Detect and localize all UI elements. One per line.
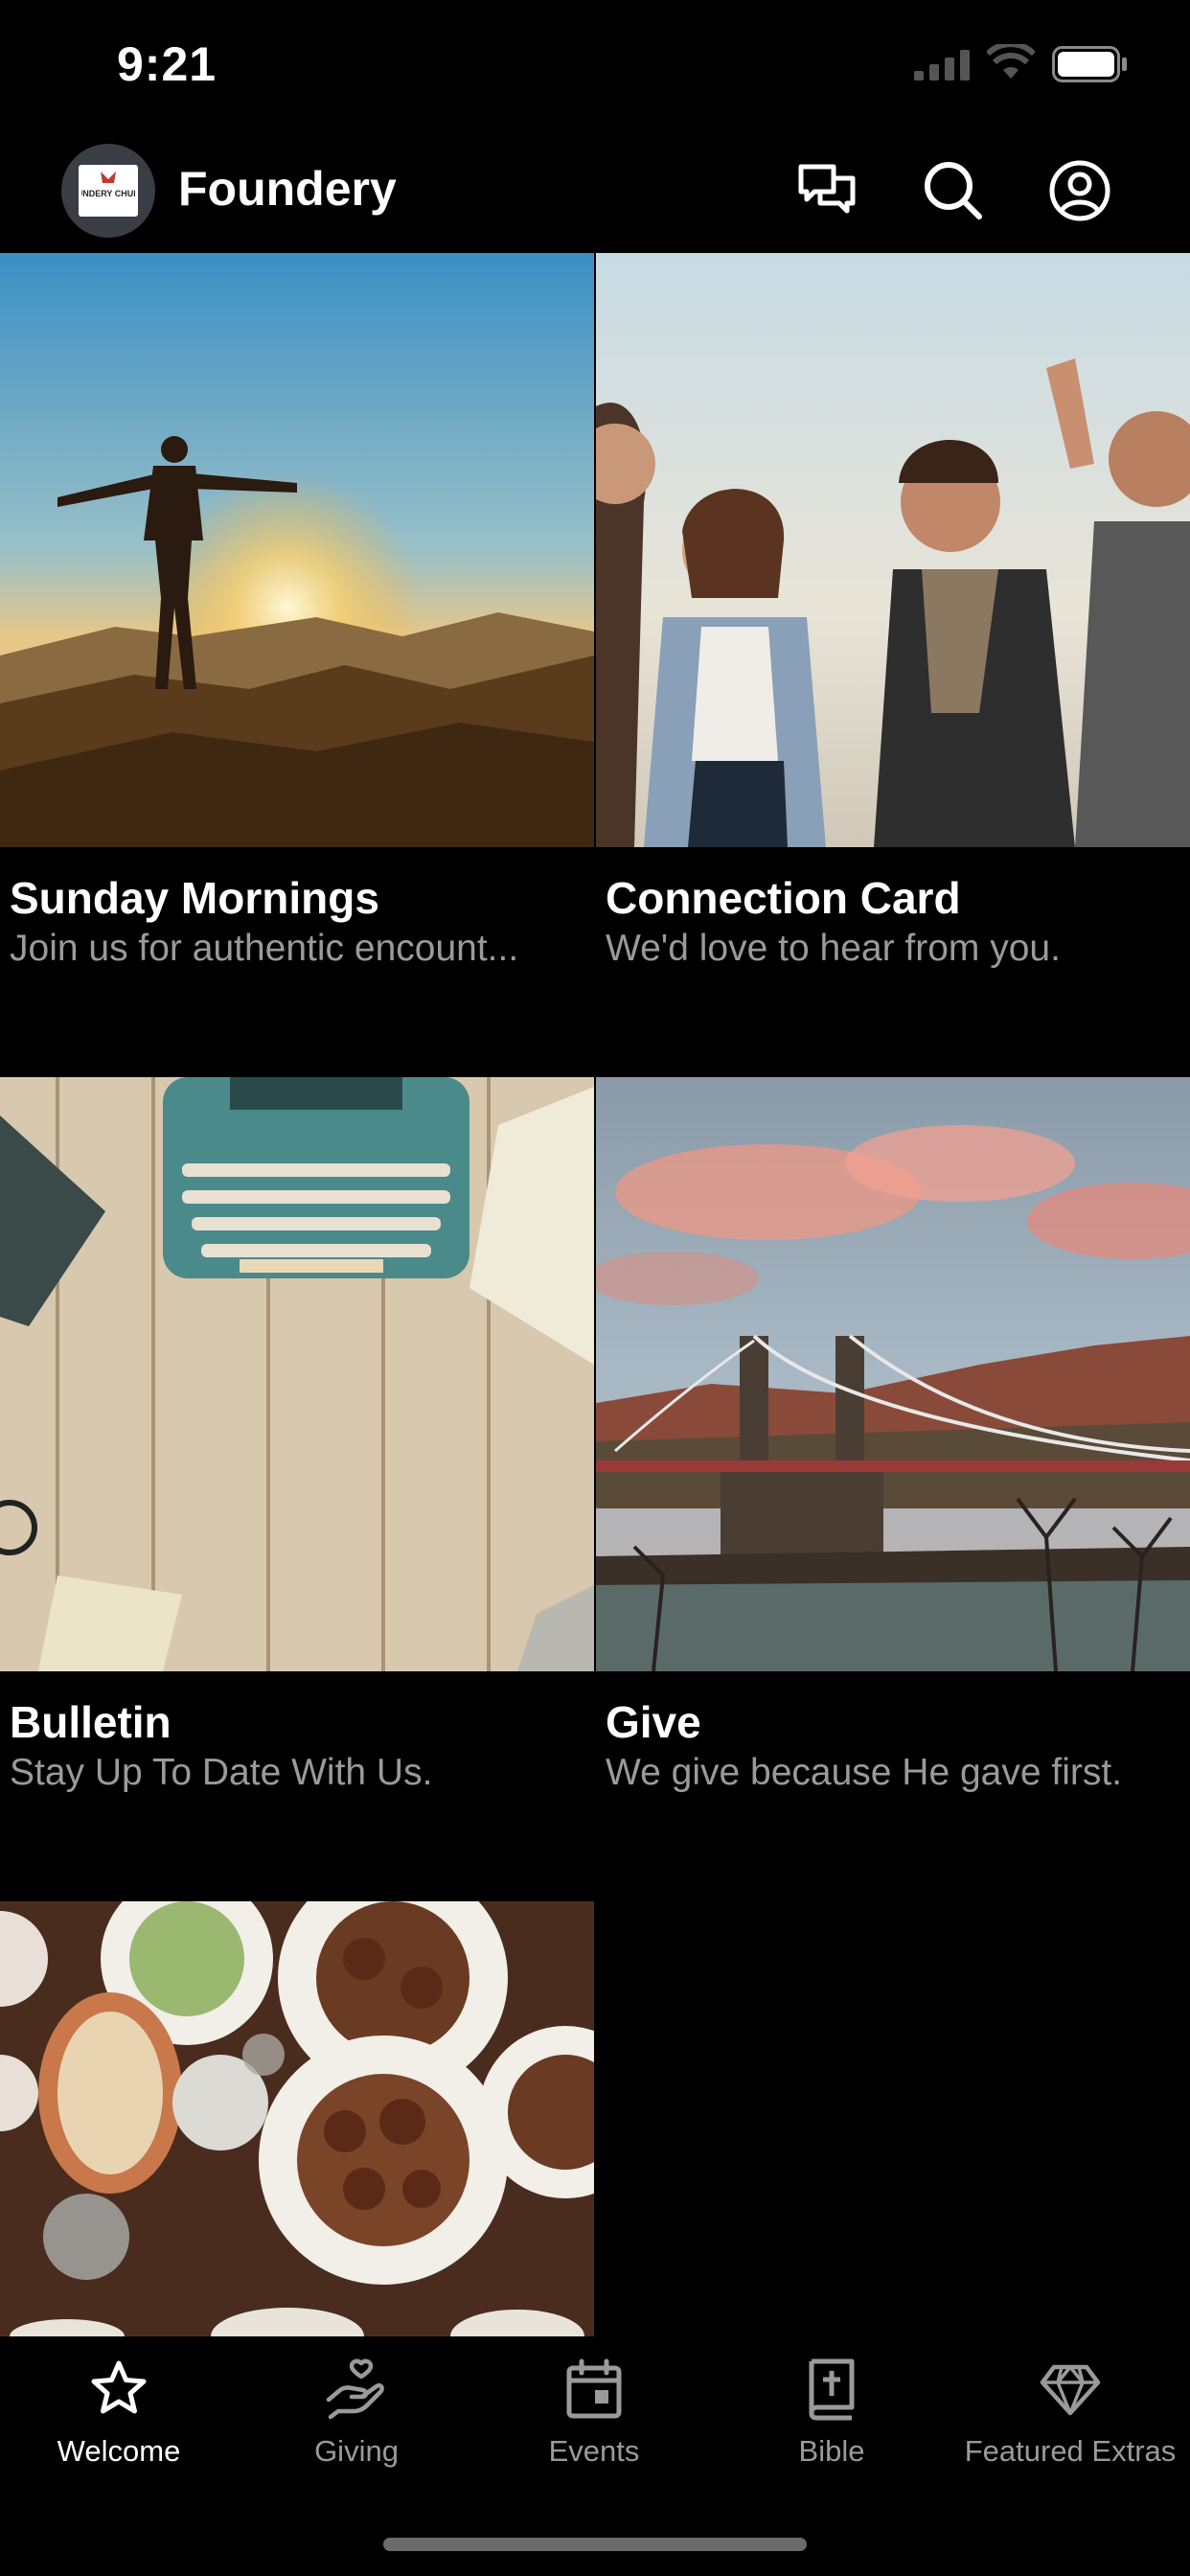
card-title: Give: [606, 1697, 701, 1747]
church-logo[interactable]: FOUNDERY CHURCH: [61, 144, 155, 238]
tab-giving[interactable]: Giving: [238, 2358, 475, 2511]
giving-hand-icon: [326, 2358, 384, 2420]
card-bulletin[interactable]: Bulletin Stay Up To Date With Us.: [0, 1077, 594, 1793]
status-time: 9:21: [117, 37, 217, 91]
card-give[interactable]: Give We give because He gave first.: [596, 1077, 1190, 1793]
signal-icon: [914, 50, 970, 80]
card-title: Connection Card: [606, 873, 961, 923]
battery-icon: [1052, 46, 1127, 82]
app-title: Foundery: [178, 162, 397, 216]
wifi-icon: [987, 44, 1035, 79]
card-food[interactable]: [0, 1901, 594, 2336]
search-icon[interactable]: [922, 159, 985, 222]
diamond-icon: [1040, 2364, 1101, 2416]
card-subtitle: We'd love to hear from you.: [606, 928, 1061, 969]
account-icon[interactable]: [1048, 159, 1111, 222]
sunrise-mountain-photo: [0, 253, 594, 847]
calendar-icon: [566, 2358, 622, 2419]
tab-bible[interactable]: Bible: [713, 2358, 950, 2511]
chat-icon[interactable]: [795, 159, 858, 222]
logo-mark: FOUNDERY CHURCH: [81, 172, 135, 198]
card-connection-card[interactable]: Connection Card We'd love to hear from y…: [596, 253, 1190, 969]
home-indicator: [383, 2538, 807, 2551]
tab-events[interactable]: Events: [475, 2358, 713, 2511]
tab-welcome[interactable]: Welcome: [0, 2358, 238, 2511]
friends-laughing-photo: [596, 253, 1190, 847]
card-title: Bulletin: [10, 1697, 172, 1747]
typewriter-desk-photo: [0, 1077, 594, 1671]
app-header: FOUNDERY CHURCH Foundery: [0, 134, 1190, 253]
card-title: Sunday Mornings: [10, 873, 379, 923]
tab-label: Featured Extras: [964, 2434, 1177, 2468]
bible-icon: [809, 2358, 855, 2421]
tab-label: Giving: [314, 2434, 399, 2468]
tab-label: Welcome: [57, 2434, 181, 2468]
suspension-bridge-photo: [596, 1077, 1190, 1671]
logo-text: FOUNDERY CHURCH: [81, 189, 135, 198]
card-subtitle: Join us for authentic encount...: [10, 928, 519, 969]
star-icon: [91, 2360, 147, 2414]
card-subtitle: We give because He gave first.: [606, 1752, 1123, 1793]
card-subtitle: Stay Up To Date With Us.: [10, 1752, 433, 1793]
tab-label: Events: [548, 2434, 640, 2468]
card-sunday-mornings[interactable]: Sunday Mornings Join us for authentic en…: [0, 253, 594, 969]
status-bar: 9:21: [0, 0, 1190, 134]
tab-label: Bible: [798, 2434, 865, 2468]
food-table-photo: [0, 1901, 594, 2336]
tab-featured-extras[interactable]: Featured Extras: [950, 2358, 1190, 2511]
